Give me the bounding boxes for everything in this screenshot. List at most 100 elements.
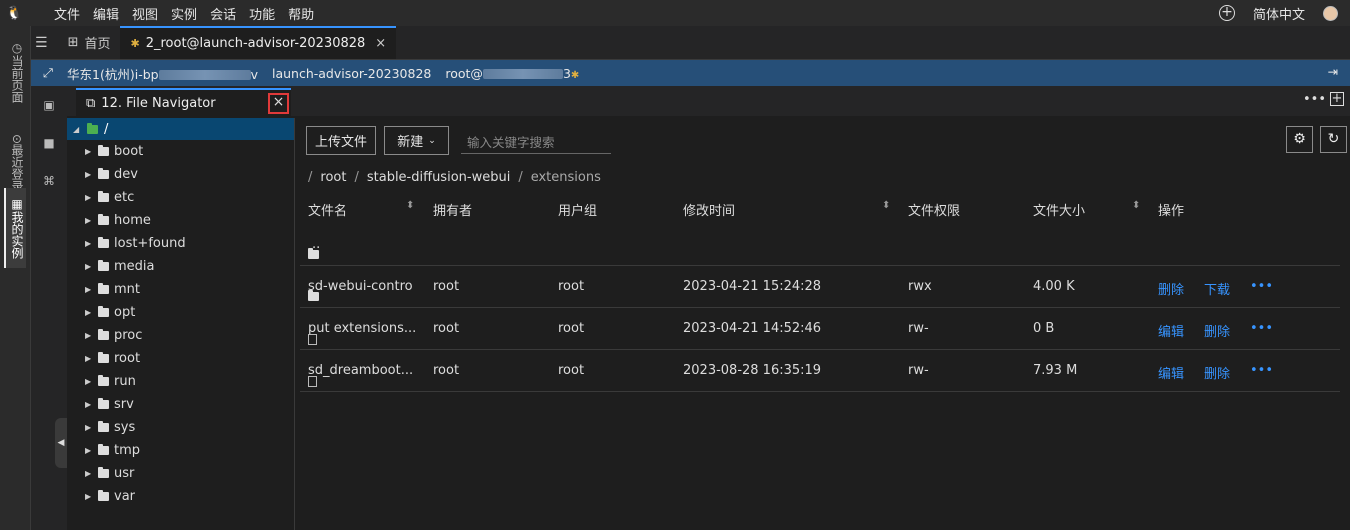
caret-right-icon[interactable]: ▶	[85, 354, 93, 363]
more-actions-icon[interactable]: •••	[1250, 363, 1273, 378]
file-mtime: 2023-04-21 15:24:28	[683, 279, 822, 294]
plugin-icon[interactable]: ⌘	[41, 174, 57, 190]
settings-gear-icon[interactable]: ⚙	[1286, 126, 1313, 153]
collapse-sidebar-handle[interactable]: ◀	[55, 418, 67, 468]
new-label: 新建	[397, 135, 424, 150]
add-circle-icon[interactable]: +	[1218, 5, 1235, 21]
tree-item-mnt[interactable]: ▶ mnt	[67, 278, 294, 301]
new-dropdown[interactable]: 新建 ⌄	[384, 126, 449, 155]
caret-right-icon[interactable]: ▶	[85, 170, 93, 179]
more-icon[interactable]: •••	[1303, 92, 1326, 107]
file-name[interactable]: put extensions...	[308, 321, 416, 345]
breadcrumb-item[interactable]: root	[320, 170, 346, 185]
caret-right-icon[interactable]: ▶	[85, 423, 93, 432]
tree-item-label: run	[114, 374, 136, 389]
tree-item-usr[interactable]: ▶ usr	[67, 462, 294, 485]
tree-item-boot[interactable]: ▶ boot	[67, 140, 294, 163]
caret-right-icon[interactable]: ▶	[85, 262, 93, 271]
terminal-icon[interactable]: ▣	[41, 98, 57, 114]
tree-item-opt[interactable]: ▶ opt	[67, 301, 294, 324]
col-perm: 文件权限	[908, 204, 961, 219]
close-icon[interactable]: ×	[375, 36, 386, 51]
col-name[interactable]: 文件名	[308, 200, 347, 219]
menu-edit[interactable]: 编辑	[93, 4, 128, 23]
tree-item-var[interactable]: ▶ var	[67, 485, 294, 508]
sort-icon[interactable]: ⬍	[1132, 200, 1140, 211]
more-actions-icon[interactable]: •••	[1250, 321, 1273, 336]
search-input[interactable]: 输入关键字搜索	[461, 128, 611, 154]
tree-item-run[interactable]: ▶ run	[67, 370, 294, 393]
folder-icon	[98, 375, 109, 386]
more-actions-icon[interactable]: •••	[1250, 279, 1273, 294]
tree-item-proc[interactable]: ▶ proc	[67, 324, 294, 347]
rail-tab-current-page[interactable]: ◷当前页面	[4, 32, 26, 112]
language-select[interactable]: 简体中文	[1253, 4, 1305, 23]
menu-view[interactable]: 视图	[132, 4, 167, 23]
file-name[interactable]: sd_dreamboot...	[308, 363, 413, 387]
menu-features[interactable]: 功能	[249, 4, 284, 23]
caret-right-icon[interactable]: ▶	[85, 308, 93, 317]
tree-item-dev[interactable]: ▶ dev	[67, 163, 294, 186]
file-icon[interactable]: ■	[41, 136, 57, 152]
file-panel: 上传文件 新建 ⌄ 输入关键字搜索 ⚙ ↻ / root / stable-di…	[296, 118, 1350, 530]
collapse-icon[interactable]: ⤢	[43, 65, 53, 81]
action-1-link[interactable]: 编辑	[1158, 321, 1184, 340]
tab-session[interactable]: ✱ 2_root@launch-advisor-20230828 ×	[120, 26, 397, 59]
caret-right-icon[interactable]: ▶	[85, 469, 93, 478]
menu-help[interactable]: 帮助	[288, 4, 323, 23]
caret-right-icon[interactable]: ▶	[85, 216, 93, 225]
tab-file-navigator[interactable]: ⧉ 12. File Navigator ×	[76, 88, 291, 116]
menu-instance[interactable]: 实例	[171, 4, 206, 23]
action-2-link[interactable]: 删除	[1204, 363, 1230, 382]
tree-item-sys[interactable]: ▶ sys	[67, 416, 294, 439]
tree-root[interactable]: ◢ /	[67, 118, 294, 140]
tree-item-srv[interactable]: ▶ srv	[67, 393, 294, 416]
logout-icon[interactable]: ⇥	[1328, 64, 1338, 79]
refresh-icon[interactable]: ↻	[1320, 126, 1347, 153]
table-header: 文件名 ⬍ 拥有者 用户组 修改时间 ⬍ 文件权限 文件大小 ⬍ 操作	[300, 196, 1340, 222]
caret-right-icon[interactable]: ▶	[85, 239, 93, 248]
action-2-link[interactable]: 删除	[1204, 321, 1230, 340]
sort-icon[interactable]: ⬍	[882, 200, 890, 211]
sort-icon[interactable]: ⬍	[406, 200, 414, 211]
tree-item-etc[interactable]: ▶ etc	[67, 186, 294, 209]
caret-right-icon[interactable]: ▶	[85, 285, 93, 294]
add-tab-icon[interactable]: +	[1330, 92, 1344, 106]
close-icon[interactable]: ×	[268, 93, 289, 114]
caret-right-icon[interactable]: ▶	[85, 147, 93, 156]
table-row[interactable]: sd_dreamboot... root root 2023-08-28 16:35:…	[300, 350, 1340, 392]
tree-item-lost-found[interactable]: ▶ lost+found	[67, 232, 294, 255]
tree-item-root[interactable]: ▶ root	[67, 347, 294, 370]
tree-item-home[interactable]: ▶ home	[67, 209, 294, 232]
action-2-link[interactable]: 下载	[1204, 279, 1230, 298]
tree-item-media[interactable]: ▶ media	[67, 255, 294, 278]
menu-session[interactable]: 会话	[210, 4, 245, 23]
table-row[interactable]: sd-webui-contro root root 2023-04-21 15:24:…	[300, 266, 1340, 308]
tree-item-label: var	[114, 489, 136, 504]
file-name[interactable]: sd-webui-contro	[308, 279, 413, 301]
rail-tab-label: 当前页面	[10, 55, 24, 103]
col-mtime[interactable]: 修改时间	[683, 200, 735, 219]
parent-dir-row[interactable]: ..	[300, 224, 1340, 266]
breadcrumb-item[interactable]: stable-diffusion-webui	[367, 170, 510, 185]
col-size[interactable]: 文件大小	[1033, 200, 1085, 219]
caret-right-icon[interactable]: ▶	[85, 446, 93, 455]
avatar[interactable]	[1323, 5, 1338, 21]
tab-home[interactable]: ⊞ 首页	[58, 26, 121, 59]
tree-item-label: usr	[114, 466, 135, 481]
action-1-link[interactable]: 编辑	[1158, 363, 1184, 382]
upload-button[interactable]: 上传文件	[306, 126, 376, 155]
rail-tab-label: 我的实例	[10, 211, 24, 259]
caret-right-icon[interactable]: ▶	[85, 492, 93, 501]
caret-right-icon[interactable]: ▶	[85, 193, 93, 202]
rail-tab-my-instances[interactable]: ▦我的实例	[4, 188, 26, 268]
menu-toggle[interactable]: ☰	[31, 26, 58, 59]
action-1-link[interactable]: 删除	[1158, 279, 1184, 298]
caret-right-icon[interactable]: ▶	[85, 377, 93, 386]
table-row[interactable]: put extensions... root root 2023-04-21 14:5…	[300, 308, 1340, 350]
caret-right-icon[interactable]: ▶	[85, 400, 93, 409]
folder-icon	[98, 191, 109, 202]
caret-right-icon[interactable]: ▶	[85, 331, 93, 340]
menu-file[interactable]: 文件	[54, 4, 89, 23]
tree-item-tmp[interactable]: ▶ tmp	[67, 439, 294, 462]
